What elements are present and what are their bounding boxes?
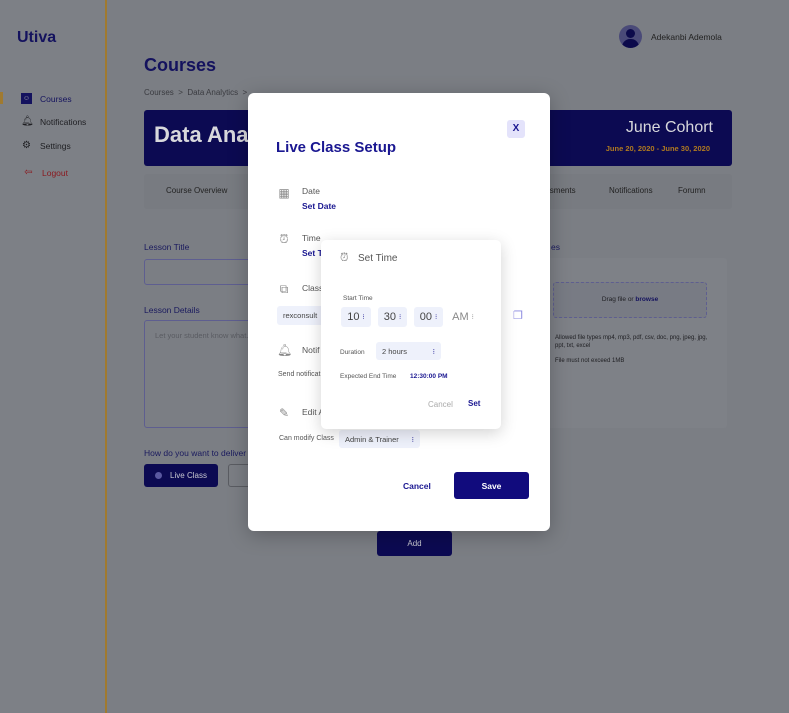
live-class-label: Live Class: [170, 471, 207, 480]
chevron-updown-icon: ⁝: [432, 346, 435, 356]
popup-set-button[interactable]: Set: [468, 399, 480, 408]
eraser-icon: ✎: [278, 406, 290, 420]
user-avatar-icon[interactable]: [619, 25, 642, 48]
banner-cohort: June Cohort: [625, 119, 713, 136]
can-modify-label: Can modify Class: [279, 435, 334, 442]
breadcrumb-courses[interactable]: Courses: [144, 88, 174, 97]
sidebar-item-label: Settings: [40, 140, 71, 151]
end-time-label: Expected End Time: [340, 373, 397, 380]
set-date-link[interactable]: Set Date: [302, 201, 336, 211]
gear-icon: ⚙: [22, 140, 31, 151]
alarm-clock-icon: ⏰︎: [279, 232, 289, 246]
sidebar-item-label: Logout: [42, 167, 68, 178]
duration-label: Duration: [340, 349, 365, 356]
browse-link[interactable]: browse: [635, 296, 658, 303]
sidebar: Utiva ☺ Courses 🔔︎ Notifications ⚙ Settings…: [0, 0, 107, 713]
hour-spinner[interactable]: 10 ⁝: [341, 307, 371, 327]
class-link-icon: ⧉: [279, 282, 289, 296]
save-button[interactable]: Save: [454, 472, 529, 499]
close-button[interactable]: X: [507, 120, 525, 138]
notifications-label: Notif: [302, 345, 320, 355]
ampm-spinner[interactable]: AM ⁝: [448, 307, 478, 327]
allowed-types: Allowed file types mp4, mp3, pdf, csv, d…: [555, 335, 708, 349]
sidebar-item-logout[interactable]: ⇦ Logout: [23, 167, 68, 178]
time-label: Time: [302, 233, 321, 243]
hour-value: 10: [347, 311, 360, 323]
lesson-title-label: Lesson Title: [144, 242, 190, 252]
calendar-icon: ▦: [278, 186, 290, 200]
deliver-question: How do you want to deliver le...: [144, 448, 263, 458]
popup-title: Set Time: [358, 253, 398, 264]
breadcrumb-data-analytics[interactable]: Data Analytics: [187, 88, 238, 97]
minute-spinner[interactable]: 30 ⁝: [378, 307, 407, 327]
cancel-button[interactable]: Cancel: [403, 481, 431, 491]
logo: Utiva: [17, 29, 57, 46]
end-time-value: 12:30:00 PM: [410, 373, 448, 380]
set-time-popup: ⏰︎ Set Time Start Time 10 ⁝ 30 ⁝ 00 ⁝ AM ⁝ D…: [321, 240, 501, 429]
chevron-updown-icon: ⁝: [411, 434, 414, 444]
modify-class-value: Admin & Trainer: [345, 434, 399, 444]
size-note: File must not exceed 1MB: [555, 358, 625, 364]
page-title: Courses: [144, 55, 217, 75]
tab-course-overview[interactable]: Course Overview: [166, 186, 227, 195]
live-class-option[interactable]: Live Class: [144, 464, 218, 487]
alarm-clock-icon: ⏰︎: [340, 252, 349, 264]
breadcrumb-sep: >: [242, 88, 248, 97]
breadcrumb-sep: >: [178, 88, 183, 97]
sidebar-item-settings[interactable]: ⚙ Settings: [21, 140, 71, 151]
start-time-label: Start Time: [343, 295, 373, 302]
add-button[interactable]: Add: [377, 531, 452, 556]
send-notification-text: Send notificat: [278, 371, 321, 378]
monitor-user-icon: ☺: [21, 93, 32, 104]
drag-text: Drag file or: [601, 296, 636, 303]
resources-label: es: [551, 242, 560, 252]
lesson-details-label: Lesson Details: [144, 305, 200, 315]
tab-forum[interactable]: Forumn: [678, 186, 706, 195]
upload-panel: Drag file or browse Allowed file types m…: [540, 258, 727, 428]
breadcrumb: Courses > Data Analytics >: [144, 88, 247, 97]
tab-notifications[interactable]: Notifications: [609, 186, 653, 195]
date-label: Date: [302, 186, 320, 196]
drop-zone[interactable]: Drag file or browse: [553, 282, 707, 318]
sidebar-item-courses[interactable]: ☺ Courses: [21, 93, 72, 104]
logout-icon: ⇦: [24, 167, 33, 178]
second-value: 00: [419, 311, 432, 323]
user-name[interactable]: Adekanbi Ademola: [651, 32, 722, 42]
active-marker: [0, 92, 3, 104]
duration-value: 2 hours: [382, 346, 408, 356]
sidebar-item-notifications[interactable]: 🔔︎ Notifications: [21, 116, 86, 127]
popup-cancel-button[interactable]: Cancel: [428, 400, 453, 409]
bell-icon: 🔔︎: [277, 343, 293, 357]
modify-class-select[interactable]: Admin & Trainer ⁝: [339, 430, 420, 448]
bell-icon: 🔔︎: [21, 116, 34, 127]
sidebar-item-label: Notifications: [40, 116, 87, 127]
copy-icon[interactable]: ❐: [513, 309, 523, 322]
banner-dates: June 20, 2020 - June 30, 2020: [605, 144, 710, 153]
modal-title: Live Class Setup: [276, 139, 397, 156]
radio-icon: [155, 472, 163, 479]
second-spinner[interactable]: 00 ⁝: [414, 307, 443, 327]
minute-value: 30: [383, 311, 396, 323]
duration-select[interactable]: 2 hours ⁝: [376, 342, 441, 360]
sidebar-item-label: Courses: [40, 93, 72, 104]
class-link-value: rexconsult: [283, 311, 318, 320]
ampm-value: AM: [452, 311, 469, 323]
